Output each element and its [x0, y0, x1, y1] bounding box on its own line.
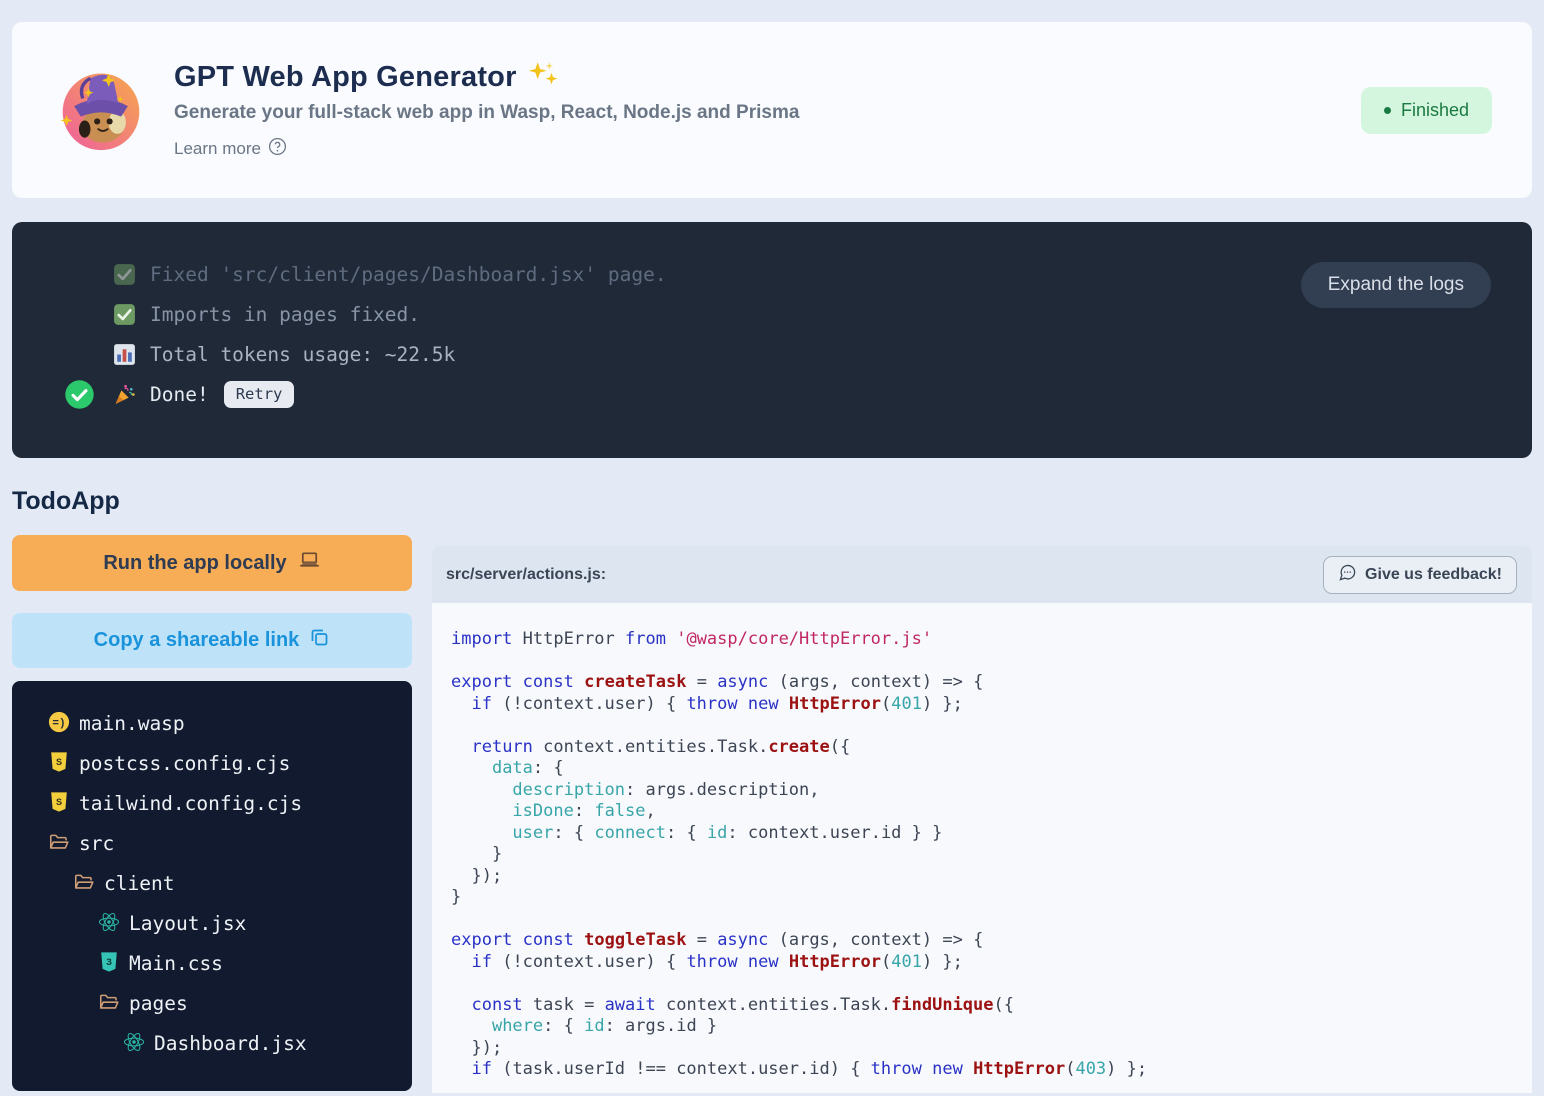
- status-badge: Finished: [1361, 87, 1492, 134]
- app-name-heading: TodoApp: [12, 487, 1532, 516]
- code-line: if (task.userId !== context.user.id) { t…: [451, 1059, 1532, 1081]
- file-tree-item[interactable]: =) main.wasp: [12, 703, 412, 743]
- log-text: Total tokens usage: ~22.5k: [150, 343, 455, 366]
- retry-button[interactable]: Retry: [224, 381, 295, 408]
- copy-icon: [309, 627, 330, 654]
- react-icon: [98, 911, 122, 935]
- code-line: description: args.description,: [451, 780, 1532, 802]
- check-circle-icon: [64, 379, 112, 410]
- header-card: GPT Web App Generator Generate your full…: [12, 22, 1532, 198]
- code-file-label: src/server/actions.js:: [446, 566, 606, 584]
- code-line: isDone: false,: [451, 801, 1532, 823]
- log-text: Fixed 'src/client/pages/Dashboard.jsx' p…: [150, 263, 667, 286]
- config-shield-yellow-icon: S: [48, 751, 72, 775]
- file-name: Dashboard.jsx: [154, 1032, 307, 1055]
- log-text: Done!: [150, 383, 209, 406]
- give-feedback-button[interactable]: Give us feedback!: [1323, 556, 1517, 594]
- svg-text:S: S: [56, 798, 62, 809]
- code-line: [451, 973, 1532, 995]
- file-tree-item[interactable]: src: [12, 823, 412, 863]
- code-line: const task = await context.entities.Task…: [451, 995, 1532, 1017]
- code-line: });: [451, 1038, 1532, 1060]
- wizard-bee-avatar: [55, 62, 147, 158]
- file-name: src: [79, 832, 114, 855]
- config-shield-yellow-icon: S: [48, 791, 72, 815]
- file-tree-item[interactable]: Stailwind.config.cjs: [12, 783, 412, 823]
- file-name: Main.css: [129, 952, 223, 975]
- file-tree-item[interactable]: Dashboard.jsx: [12, 1023, 412, 1063]
- page-subtitle: Generate your full-stack web app in Wasp…: [174, 102, 799, 124]
- code-line: if (!context.user) { throw new HttpError…: [451, 694, 1532, 716]
- svg-text:3: 3: [106, 958, 112, 969]
- log-panel: Fixed 'src/client/pages/Dashboard.jsx' p…: [12, 222, 1532, 458]
- code-line: user: { connect: { id: context.user.id }…: [451, 823, 1532, 845]
- status-dot-icon: [1384, 107, 1391, 114]
- wasp-icon: =): [48, 711, 72, 735]
- log-text: Imports in pages fixed.: [150, 303, 420, 326]
- react-icon: [123, 1031, 147, 1055]
- code-line: export const toggleTask = async (args, c…: [451, 930, 1532, 952]
- log-line: Total tokens usage: ~22.5k: [64, 334, 1532, 374]
- laptop-icon: [298, 549, 321, 578]
- code-line: return context.entities.Task.create({: [451, 737, 1532, 759]
- folder-open-icon: [73, 871, 97, 895]
- file-tree-item[interactable]: client: [12, 863, 412, 903]
- code-line: }: [451, 887, 1532, 909]
- file-name: tailwind.config.cjs: [79, 792, 302, 815]
- code-line: [451, 715, 1532, 737]
- file-tree-item[interactable]: pages: [12, 983, 412, 1023]
- code-line: if (!context.user) { throw new HttpError…: [451, 952, 1532, 974]
- checkbox-icon: [112, 302, 137, 327]
- css-shield-teal-icon: 3: [98, 951, 122, 975]
- svg-text:=): =): [52, 718, 65, 730]
- code-line: data: {: [451, 758, 1532, 780]
- code-panel-header: src/server/actions.js: Give us feedback!: [432, 546, 1532, 603]
- file-name: main.wasp: [79, 712, 185, 735]
- checkbox-icon: [112, 262, 137, 287]
- svg-text:S: S: [56, 758, 62, 769]
- speech-bubble-icon: [1338, 563, 1357, 587]
- folder-open-icon: [98, 991, 122, 1015]
- code-viewer: import HttpError from '@wasp/core/HttpEr…: [432, 603, 1532, 1093]
- code-line: export const createTask = async (args, c…: [451, 672, 1532, 694]
- code-line: where: { id: args.id }: [451, 1016, 1532, 1038]
- file-name: Layout.jsx: [129, 912, 246, 935]
- code-panel: src/server/actions.js: Give us feedback!…: [432, 546, 1532, 1093]
- learn-more-link[interactable]: Learn more: [174, 137, 287, 161]
- file-tree-panel: =)main.waspSpostcss.config.cjsStailwind.…: [12, 681, 412, 1091]
- expand-logs-button[interactable]: Expand the logs: [1301, 262, 1491, 308]
- file-tree-item[interactable]: 3 Main.css: [12, 943, 412, 983]
- question-circle-icon: [268, 137, 287, 161]
- copy-shareable-link-button[interactable]: Copy a shareable link: [12, 613, 412, 668]
- folder-open-icon: [48, 831, 72, 855]
- file-name: postcss.config.cjs: [79, 752, 290, 775]
- file-tree-item[interactable]: Spostcss.config.cjs: [12, 743, 412, 783]
- code-line: }: [451, 844, 1532, 866]
- bar-chart-icon: [112, 342, 137, 367]
- sparkles-icon: [526, 60, 560, 95]
- code-line: });: [451, 866, 1532, 888]
- party-popper-icon: [112, 382, 137, 407]
- code-line: import HttpError from '@wasp/core/HttpEr…: [451, 629, 1532, 651]
- file-name: pages: [129, 992, 188, 1015]
- code-line: [451, 651, 1532, 673]
- code-line: [451, 909, 1532, 931]
- file-name: client: [104, 872, 174, 895]
- file-tree-item[interactable]: Layout.jsx: [12, 903, 412, 943]
- page-title: GPT Web App Generator: [174, 61, 517, 94]
- run-app-locally-button[interactable]: Run the app locally: [12, 535, 412, 591]
- log-line: Done! Retry: [64, 374, 1532, 414]
